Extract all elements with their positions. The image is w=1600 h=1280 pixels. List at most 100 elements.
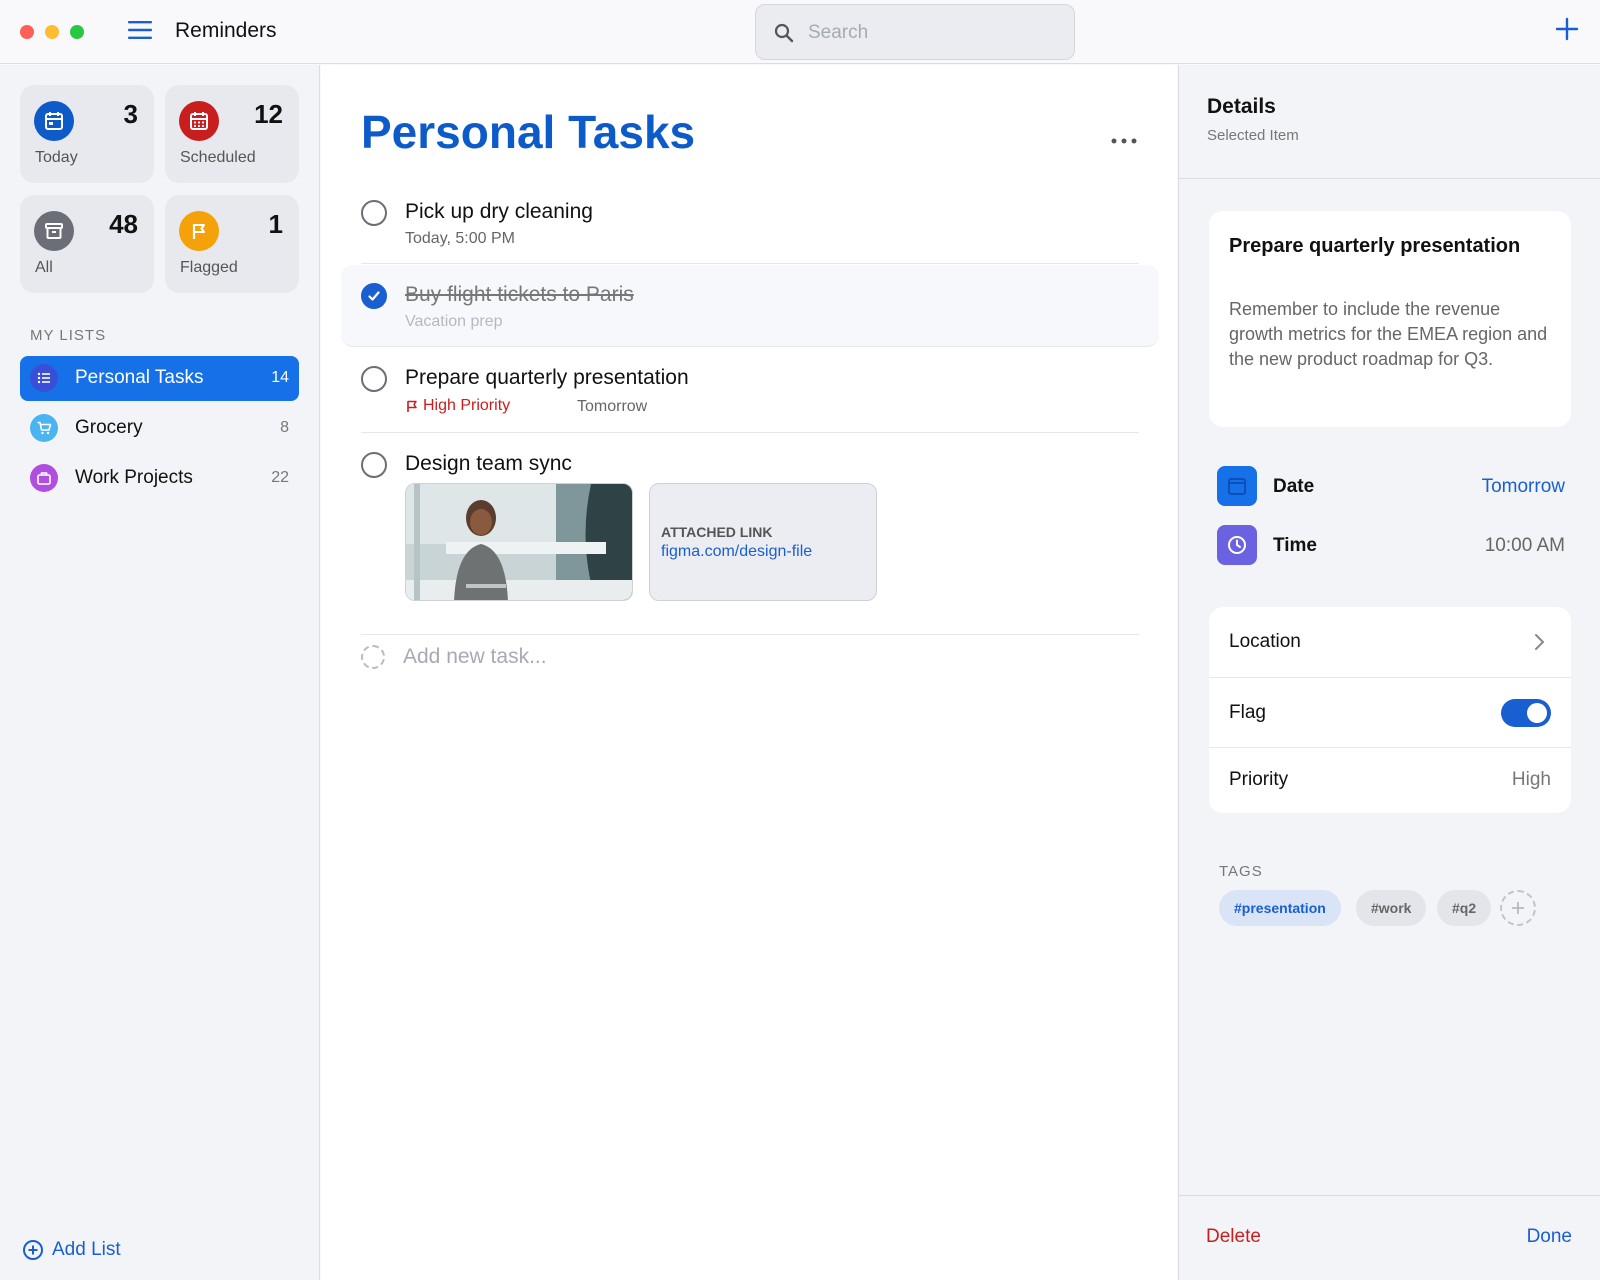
location-label: Location xyxy=(1229,631,1301,652)
my-lists-heading: MY LISTS xyxy=(30,327,107,344)
time-value[interactable]: 10:00 AM xyxy=(1485,535,1565,557)
task-row[interactable]: Prepare quarterly presentation High Prio… xyxy=(361,349,1139,433)
note-card[interactable]: Prepare quarterly presentation Remember … xyxy=(1209,211,1571,427)
app-title: Reminders xyxy=(175,19,277,42)
date-value[interactable]: Tomorrow xyxy=(1482,476,1565,498)
task-title: Prepare quarterly presentation xyxy=(405,366,689,389)
smart-list-all[interactable]: 48 All xyxy=(20,195,154,293)
attached-link-url[interactable]: figma.com/design-file xyxy=(661,543,812,561)
tags-heading: TAGS xyxy=(1219,863,1263,880)
task-row[interactable]: Pick up dry cleaning Today, 5:00 PM xyxy=(361,190,1139,264)
task-title: Buy flight tickets to Paris xyxy=(405,283,634,306)
flag-icon xyxy=(407,400,417,412)
zoom-window-button[interactable] xyxy=(70,25,84,39)
details-header: Details Selected Item xyxy=(1179,65,1600,179)
priority-value[interactable]: High xyxy=(1512,769,1551,791)
location-row[interactable]: Location xyxy=(1209,607,1571,677)
task-checkbox[interactable] xyxy=(361,366,387,392)
chevron-right-icon xyxy=(1535,634,1544,650)
empty-circle-icon xyxy=(361,645,385,669)
tag-chip[interactable]: #work xyxy=(1356,890,1427,926)
plus-circle-icon xyxy=(23,1240,43,1260)
calendar-icon xyxy=(34,101,74,141)
search-icon xyxy=(774,23,794,43)
task-due: Today, 5:00 PM xyxy=(405,230,515,247)
tag-chip[interactable]: #q2 xyxy=(1437,890,1492,926)
priority-label: Priority xyxy=(1229,769,1289,790)
flag-row: Flag xyxy=(1209,677,1571,747)
close-window-button[interactable] xyxy=(20,25,34,39)
scheduled-count: 12 xyxy=(254,99,283,129)
sidebar: 3 Today 12 Scheduled 48 All 1 Flagged MY… xyxy=(0,65,320,1280)
flag-toggle[interactable] xyxy=(1501,699,1551,727)
add-tag-button[interactable] xyxy=(1500,890,1536,926)
priority-row[interactable]: Priority High xyxy=(1209,747,1571,813)
title-bar: Reminders xyxy=(0,0,1600,64)
task-due: Tomorrow xyxy=(577,398,648,415)
sidebar-item-grocery[interactable]: Grocery 8 xyxy=(20,406,299,451)
add-list-button[interactable]: Add List xyxy=(22,1235,121,1265)
main-panel: Personal Tasks Pick up dry cleaning Toda… xyxy=(321,65,1177,1280)
done-button[interactable]: Done xyxy=(1527,1226,1572,1248)
date-row[interactable]: Date Tomorrow xyxy=(1217,466,1565,508)
smart-list-today[interactable]: 3 Today xyxy=(20,85,154,183)
task-row[interactable]: Buy flight tickets to Paris Vacation pre… xyxy=(341,265,1159,347)
minimize-window-button[interactable] xyxy=(45,25,59,39)
today-label: Today xyxy=(35,149,78,166)
delete-button[interactable]: Delete xyxy=(1206,1226,1261,1248)
scheduled-label: Scheduled xyxy=(180,149,256,166)
details-footer: Delete Done xyxy=(1178,1195,1600,1280)
calendar-grid-icon xyxy=(179,101,219,141)
search-field[interactable] xyxy=(755,4,1075,60)
sidebar-item-personal-tasks[interactable]: Personal Tasks 14 xyxy=(20,356,299,401)
sidebar-item-label: Work Projects xyxy=(75,467,193,488)
add-task-input[interactable] xyxy=(403,641,1003,673)
sidebar-item-work-projects[interactable]: Work Projects 22 xyxy=(20,456,299,501)
all-label: All xyxy=(35,259,53,276)
sidebar-item-label: Personal Tasks xyxy=(75,367,204,388)
task-note: Vacation prep xyxy=(405,313,503,330)
priority-label: High Priority xyxy=(423,397,511,414)
tray-icon xyxy=(34,211,74,251)
plus-icon xyxy=(1512,902,1524,914)
smart-list-scheduled[interactable]: 12 Scheduled xyxy=(165,85,299,183)
add-reminder-icon[interactable] xyxy=(1552,14,1582,44)
task-title: Design team sync xyxy=(405,452,572,475)
task-checkbox[interactable] xyxy=(361,200,387,226)
flagged-label: Flagged xyxy=(180,259,238,276)
search-input[interactable] xyxy=(808,15,1058,51)
attached-photo xyxy=(406,484,632,600)
task-checkbox-checked[interactable] xyxy=(361,283,387,309)
all-count: 48 xyxy=(109,209,138,239)
note-body: Remember to include the revenue growth m… xyxy=(1229,299,1548,369)
add-task-row[interactable] xyxy=(361,637,1139,677)
flag-icon xyxy=(179,211,219,251)
task-title: Pick up dry cleaning xyxy=(405,200,593,223)
flag-label: Flag xyxy=(1229,702,1266,723)
time-label: Time xyxy=(1273,535,1318,556)
details-panel: Details Selected Item Prepare quarterly … xyxy=(1178,65,1600,1280)
details-subtitle: Selected Item xyxy=(1207,127,1299,144)
attached-link-label: ATTACHED LINK xyxy=(661,524,773,540)
list-icon xyxy=(30,364,58,392)
time-row[interactable]: Time 10:00 AM xyxy=(1217,525,1565,567)
attached-image[interactable] xyxy=(405,483,633,601)
attached-link-card[interactable]: ATTACHED LINK figma.com/design-file xyxy=(649,483,877,601)
calendar-icon xyxy=(1217,466,1257,506)
task-checkbox[interactable] xyxy=(361,452,387,478)
priority-indicator: High Priority xyxy=(405,397,510,415)
briefcase-icon xyxy=(30,464,58,492)
tag-chip[interactable]: #presentation xyxy=(1219,890,1341,926)
clock-icon xyxy=(1217,525,1257,565)
add-list-label: Add List xyxy=(52,1239,121,1260)
checkmark-icon xyxy=(368,291,380,301)
task-row[interactable]: Design team sync ATTACHED LINK figma.com… xyxy=(361,435,1139,635)
details-title: Details xyxy=(1207,95,1276,118)
sidebar-toggle-icon[interactable] xyxy=(128,20,152,40)
date-label: Date xyxy=(1273,476,1315,497)
more-options-icon[interactable] xyxy=(1109,135,1139,147)
note-title: Prepare quarterly presentation xyxy=(1229,235,1521,257)
sidebar-item-count: 8 xyxy=(280,419,289,436)
sidebar-item-count: 22 xyxy=(271,469,289,486)
smart-list-flagged[interactable]: 1 Flagged xyxy=(165,195,299,293)
